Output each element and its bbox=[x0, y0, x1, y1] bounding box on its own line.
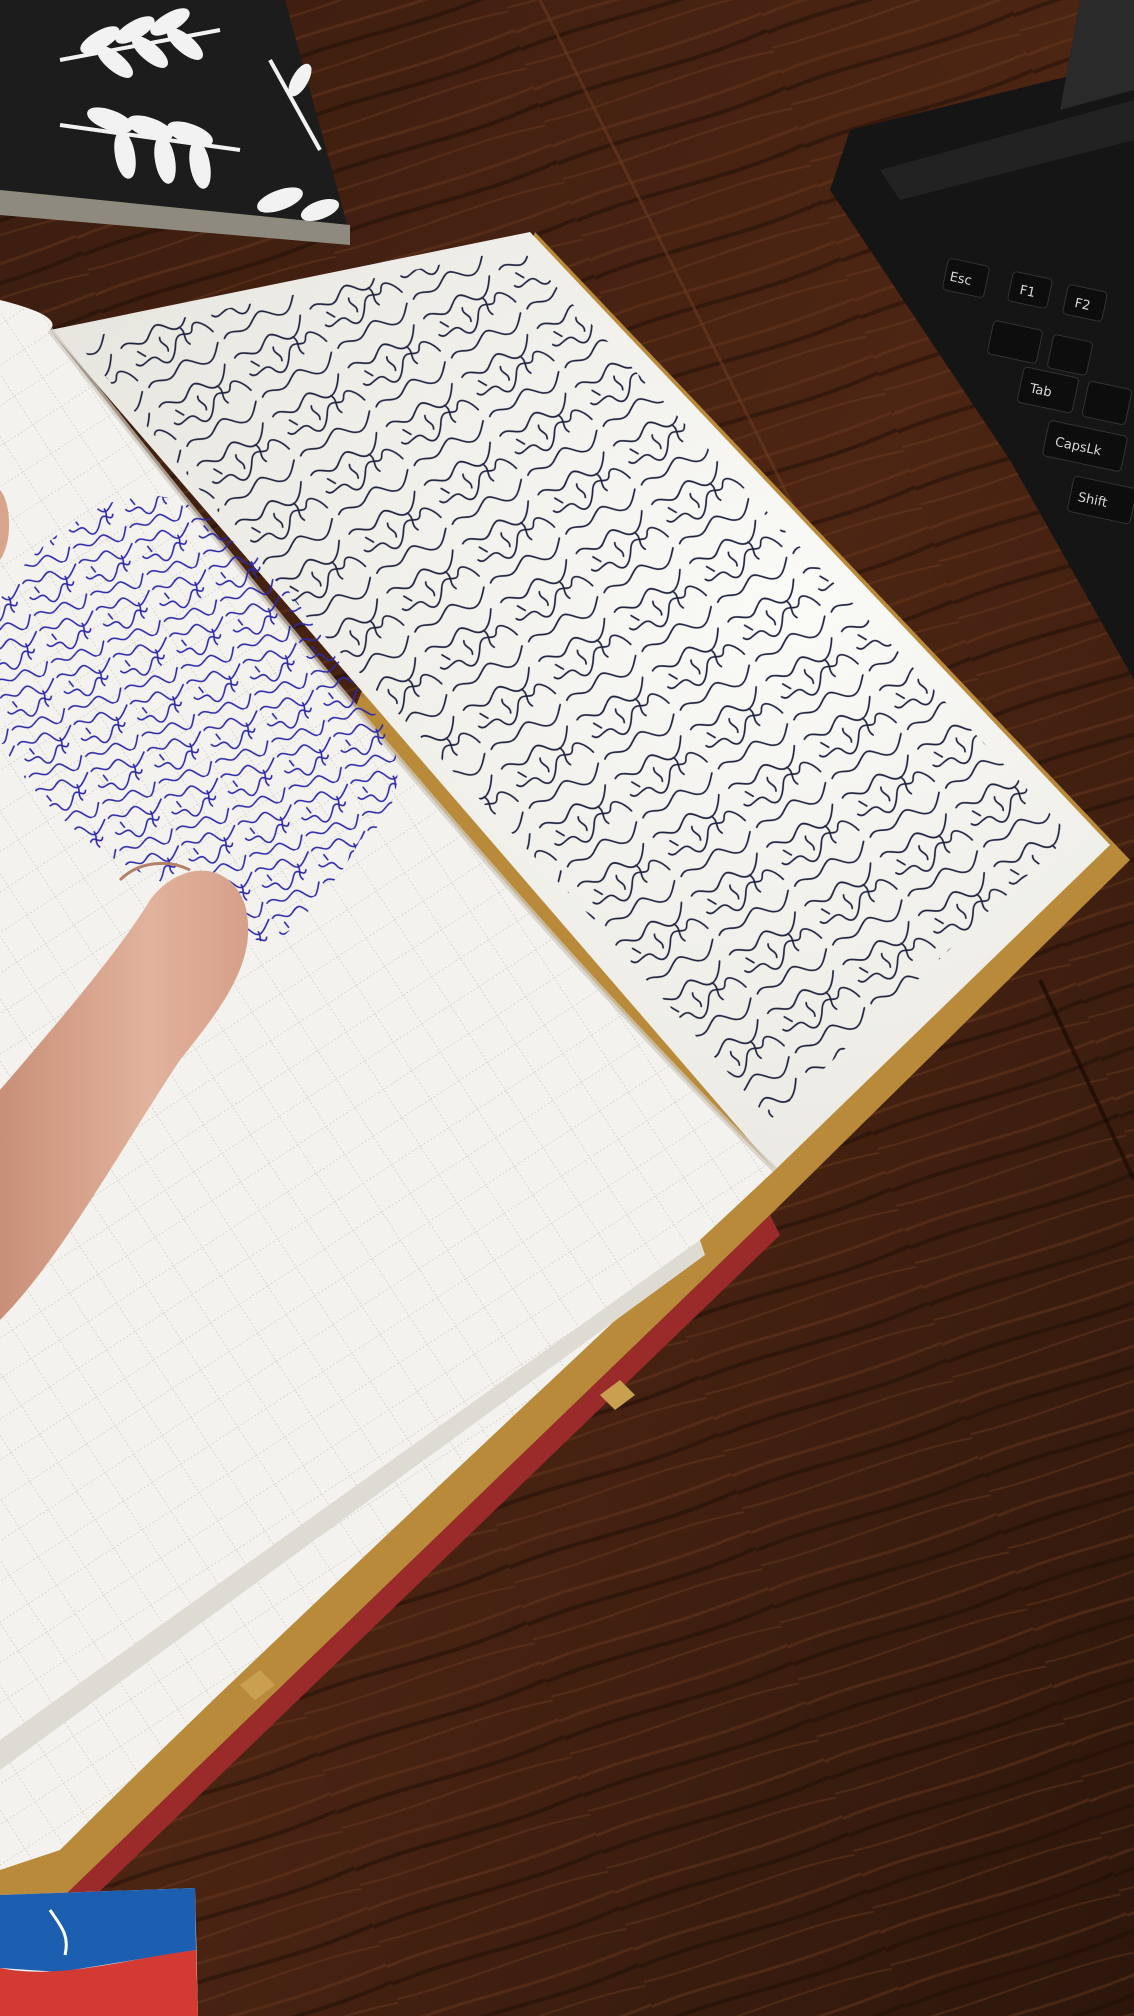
key-f2-label: F2 bbox=[1073, 296, 1092, 314]
photo-scene: Esc F1 F2 Tab CapsLk Shift bbox=[0, 0, 1134, 2016]
scene-svg: Esc F1 F2 Tab CapsLk Shift bbox=[0, 0, 1134, 2016]
colored-card bbox=[0, 1888, 198, 2016]
key-f1-label: F1 bbox=[1018, 283, 1037, 301]
